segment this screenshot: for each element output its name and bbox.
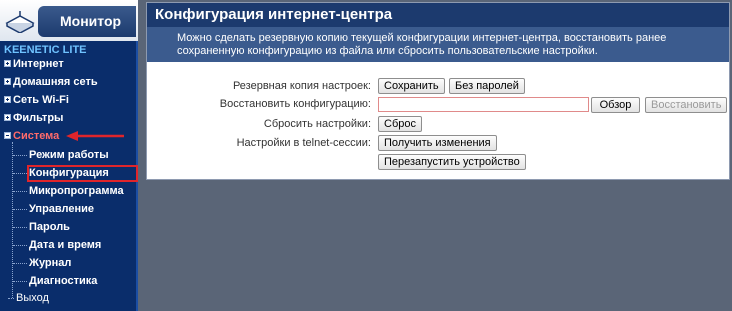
monitor-tab-label: Монитор: [60, 13, 122, 29]
restart-device-button[interactable]: Перезапустить устройство: [378, 154, 526, 170]
expand-icon[interactable]: [4, 78, 11, 85]
sidebar-item-label: Выход: [16, 292, 49, 304]
sidebar-item-home-network[interactable]: Домашняя сеть: [4, 74, 98, 90]
sidebar-item-internet[interactable]: Интернет: [4, 56, 64, 72]
reset-label: Сбросить настройки:: [263, 118, 371, 130]
sidebar-item-label: Фильтры: [13, 112, 64, 124]
sidebar-item-firmware[interactable]: Микропрограмма: [29, 183, 124, 199]
sidebar-item-wifi[interactable]: Сеть Wi-Fi: [4, 92, 69, 108]
tree-connector: [13, 263, 27, 264]
expand-icon[interactable]: [4, 114, 11, 121]
collapse-icon[interactable]: [4, 132, 11, 139]
tree-connector: [13, 209, 27, 210]
sidebar-item-label: Интернет: [13, 58, 64, 70]
get-changes-button[interactable]: Получить изменения: [378, 135, 497, 151]
backup-label: Резервная копия настроек:: [232, 80, 371, 92]
reset-button[interactable]: Сброс: [378, 116, 422, 132]
page-title: Конфигурация интернет-центра: [147, 3, 729, 27]
save-button[interactable]: Сохранить: [378, 78, 445, 94]
telnet-label: Настройки в telnet-сессии:: [236, 137, 371, 149]
tree-connector: [13, 155, 27, 156]
tree-connector: [13, 173, 27, 174]
tree-connector: [13, 245, 27, 246]
sidebar-item-label: Сеть Wi-Fi: [13, 94, 69, 106]
pointer-arrow-icon: [66, 131, 124, 141]
config-file-field[interactable]: [378, 97, 589, 112]
restore-button[interactable]: Восстановить: [645, 97, 728, 113]
expand-icon[interactable]: [4, 96, 11, 103]
monitor-tab[interactable]: Монитор: [38, 6, 136, 37]
sidebar-item-date-time[interactable]: Дата и время: [29, 237, 101, 253]
sidebar-item-management[interactable]: Управление: [29, 201, 94, 217]
sidebar-item-diagnostics[interactable]: Диагностика: [29, 273, 97, 289]
sidebar-item-filters[interactable]: Фильтры: [4, 110, 63, 126]
sidebar-item-mode[interactable]: Режим работы: [29, 147, 109, 163]
browse-button[interactable]: Обзор: [591, 97, 640, 113]
logo-area: Монитор: [0, 0, 138, 41]
sidebar-item-password[interactable]: Пароль: [29, 219, 70, 235]
main-panel: Конфигурация интернет-центра Можно сдела…: [146, 2, 730, 180]
active-item-highlight: [27, 165, 138, 182]
page-description: Можно сделать резервную копию текущей ко…: [147, 27, 729, 62]
expand-icon[interactable]: [4, 60, 11, 67]
sidebar: Монитор KEENETIC LITE Интернет Домашняя …: [0, 0, 138, 311]
tree-connector: [8, 297, 14, 299]
sidebar-item-exit[interactable]: Выход: [8, 290, 49, 306]
restore-label: Восстановить конфигурацию:: [219, 98, 371, 110]
tree-connector: [13, 281, 27, 282]
sidebar-item-label: Система: [13, 130, 60, 142]
tree-connector: [13, 191, 27, 192]
sidebar-item-log[interactable]: Журнал: [29, 255, 71, 271]
model-name: KEENETIC LITE: [4, 44, 87, 56]
tree-connector: [13, 227, 27, 228]
sidebar-item-label: Домашняя сеть: [13, 76, 98, 88]
router-icon: [5, 11, 35, 33]
save-without-passwords-button[interactable]: Без паролей: [449, 78, 525, 94]
tree-connector: [12, 142, 13, 298]
